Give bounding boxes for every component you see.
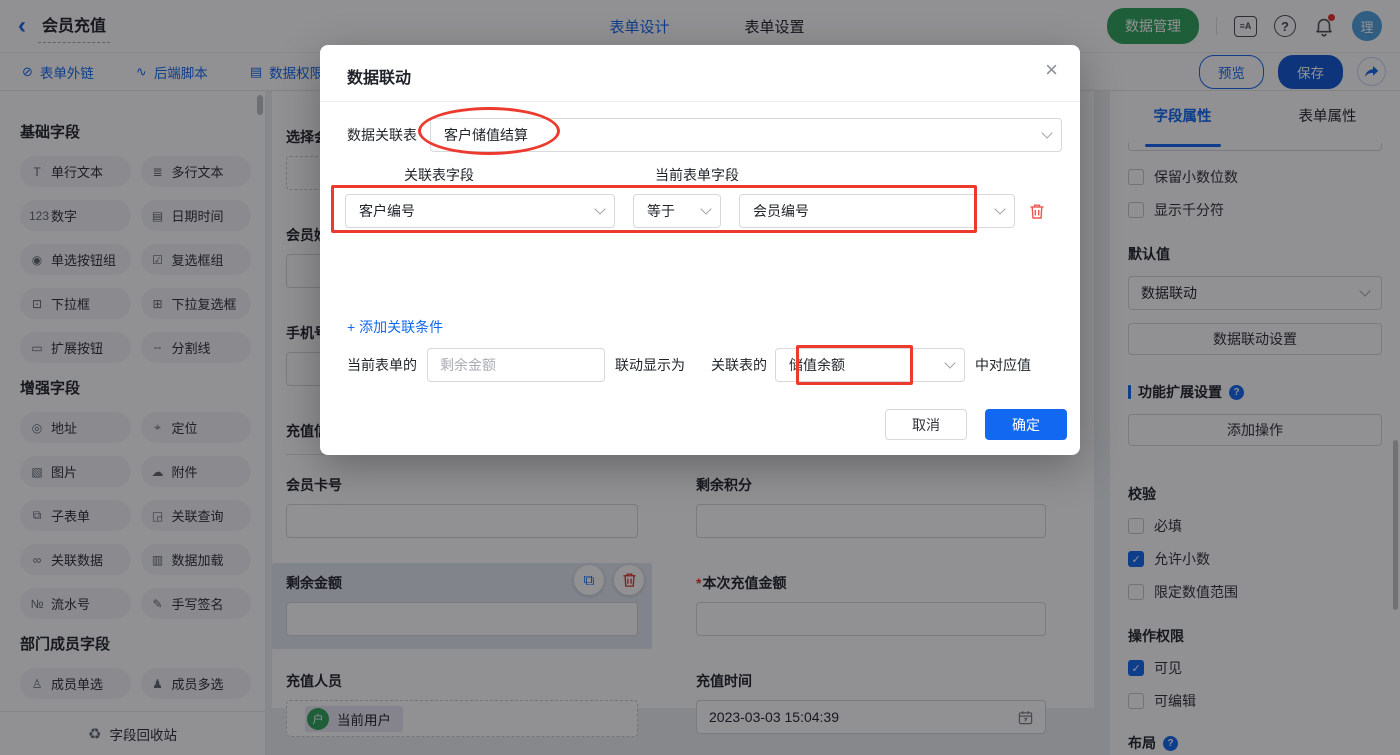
chevron-down-icon xyxy=(1041,127,1053,139)
confirm-button[interactable]: 确定 xyxy=(985,409,1067,440)
map-prefix-label: 当前表单的 xyxy=(347,357,417,373)
modal-buttons: 取消 确定 xyxy=(885,409,1067,440)
chevron-down-icon xyxy=(944,357,956,369)
source-field-select[interactable]: 储值余额 xyxy=(775,348,965,382)
map-of-table-label: 关联表的 xyxy=(711,357,767,373)
relation-table-select[interactable]: 客户储值结算 xyxy=(430,118,1062,152)
relation-table-row: 数据关联表 客户储值结算 xyxy=(347,118,1062,152)
chevron-down-icon xyxy=(994,203,1006,215)
map-suffix-label: 中对应值 xyxy=(975,357,1031,373)
add-condition-link[interactable]: + 添加关联条件 xyxy=(347,317,443,337)
form-designer-app: ‹ 会员充值 表单设计 表单设置 数据管理 ≡A ? 理 ⊘ 表单外链 ∿ 后端… xyxy=(0,0,1400,755)
col-header-current-field: 当前表单字段 xyxy=(655,167,739,183)
relation-table-label: 数据关联表 xyxy=(347,127,417,143)
chevron-down-icon xyxy=(594,203,606,215)
close-icon[interactable]: × xyxy=(1045,59,1058,81)
cancel-button[interactable]: 取消 xyxy=(885,409,967,440)
modal-header-divider xyxy=(320,101,1080,102)
chevron-down-icon xyxy=(700,203,712,215)
self-field-input[interactable]: 剩余金额 xyxy=(427,348,605,382)
modal-title: 数据联动 xyxy=(347,70,412,87)
trash-icon xyxy=(1030,204,1044,219)
map-middle-label: 联动显示为 xyxy=(615,357,685,373)
data-linkage-modal: 数据联动 × 数据关联表 客户储值结算 关联表字段 当前表单字段 客户编号 等于… xyxy=(320,45,1080,455)
mapping-row: 当前表单的 剩余金额 联动显示为 关联表的 储值余额 中对应值 xyxy=(347,348,1031,382)
delete-condition-button[interactable] xyxy=(1029,203,1045,220)
current-field-select[interactable]: 会员编号 xyxy=(739,194,1015,228)
condition-row: 客户编号 等于 会员编号 xyxy=(345,194,1045,228)
relation-field-select[interactable]: 客户编号 xyxy=(345,194,615,228)
operator-select[interactable]: 等于 xyxy=(633,194,721,228)
col-header-relation-field: 关联表字段 xyxy=(404,167,474,183)
